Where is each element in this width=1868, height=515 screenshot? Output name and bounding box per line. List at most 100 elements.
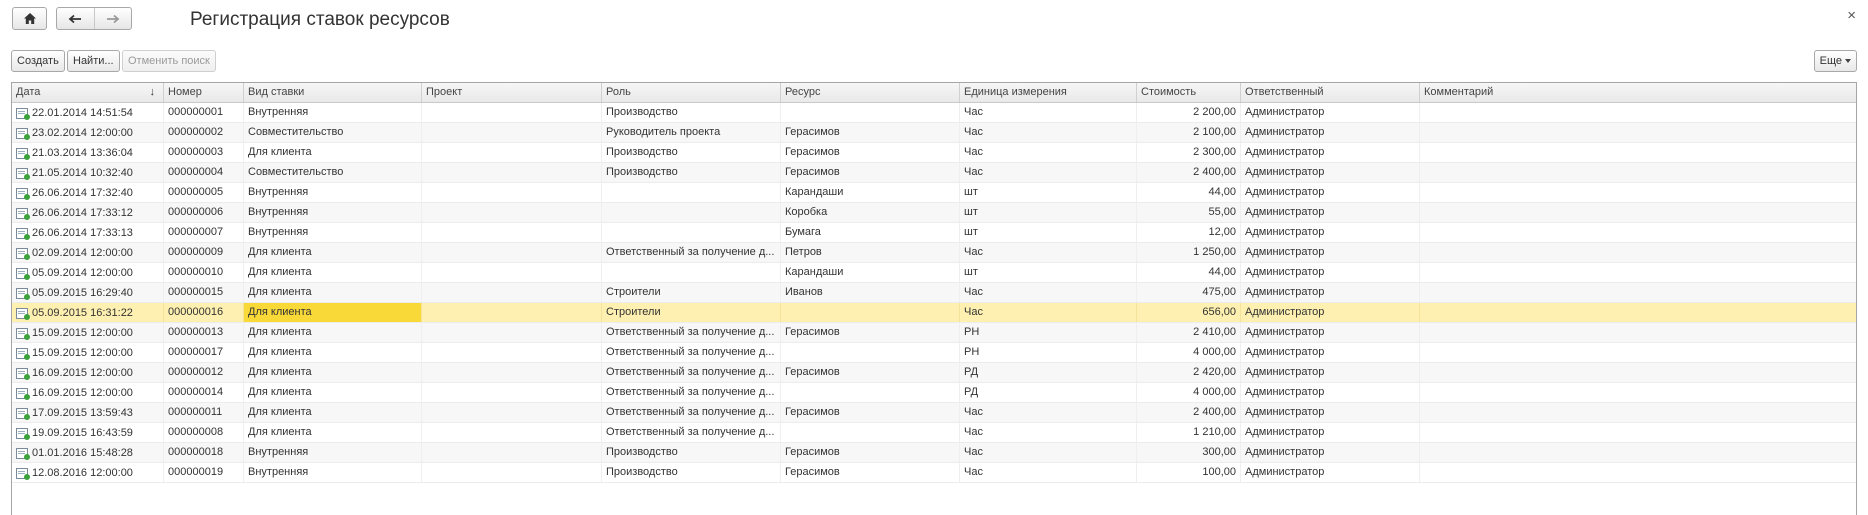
cell-cost[interactable]: 2 400,00 — [1137, 403, 1241, 422]
cell-date[interactable]: 16.09.2015 12:00:00 — [12, 363, 164, 382]
cell-date[interactable]: 21.03.2014 13:36:04 — [12, 143, 164, 162]
cell-cost[interactable]: 4 000,00 — [1137, 343, 1241, 362]
cell-date[interactable]: 17.09.2015 13:59:43 — [12, 403, 164, 422]
cell-unit[interactable]: Час — [960, 163, 1137, 182]
cell-project[interactable] — [422, 303, 602, 322]
cell-resource[interactable] — [781, 423, 960, 442]
cell-resource[interactable]: Петров — [781, 243, 960, 262]
cell-comment[interactable] — [1420, 403, 1856, 422]
table-row[interactable]: 01.01.2016 15:48:28 000000018 Внутренняя Пр… — [12, 443, 1856, 463]
cell-project[interactable] — [422, 123, 602, 142]
cell-project[interactable] — [422, 103, 602, 122]
cell-responsible[interactable]: Администратор — [1241, 443, 1420, 462]
cell-resource[interactable]: Коробка — [781, 203, 960, 222]
cell-date[interactable]: 05.09.2015 16:29:40 — [12, 283, 164, 302]
cell-comment[interactable] — [1420, 203, 1856, 222]
cell-role[interactable] — [602, 263, 781, 282]
cell-kind[interactable]: Внутренняя — [244, 103, 422, 122]
cell-comment[interactable] — [1420, 283, 1856, 302]
cell-unit[interactable]: Час — [960, 463, 1137, 482]
cell-role[interactable] — [602, 183, 781, 202]
cell-responsible[interactable]: Администратор — [1241, 303, 1420, 322]
cell-number[interactable]: 000000016 — [164, 303, 244, 322]
cell-kind[interactable]: Для клиента — [244, 283, 422, 302]
column-header-cost[interactable]: Стоимость — [1137, 83, 1241, 102]
cell-project[interactable] — [422, 203, 602, 222]
column-header-project[interactable]: Проект — [422, 83, 602, 102]
cell-number[interactable]: 000000002 — [164, 123, 244, 142]
cell-comment[interactable] — [1420, 243, 1856, 262]
cell-role[interactable] — [602, 223, 781, 242]
column-header-resource[interactable]: Ресурс — [781, 83, 960, 102]
cell-comment[interactable] — [1420, 223, 1856, 242]
table-row[interactable]: 23.02.2014 12:00:00 000000002 Совместитель… — [12, 123, 1856, 143]
cell-resource[interactable]: Герасимов — [781, 363, 960, 382]
cell-kind[interactable]: Совместительство — [244, 123, 422, 142]
column-header-role[interactable]: Роль — [602, 83, 781, 102]
cell-project[interactable] — [422, 283, 602, 302]
cell-project[interactable] — [422, 423, 602, 442]
cell-kind[interactable]: Для клиента — [244, 343, 422, 362]
cell-date[interactable]: 15.09.2015 12:00:00 — [12, 343, 164, 362]
cell-unit[interactable]: Час — [960, 303, 1137, 322]
cell-date[interactable]: 26.06.2014 17:33:13 — [12, 223, 164, 242]
cell-number[interactable]: 000000005 — [164, 183, 244, 202]
table-row[interactable]: 16.09.2015 12:00:00 000000014 Для клиента О… — [12, 383, 1856, 403]
cell-kind[interactable]: Для клиента — [244, 383, 422, 402]
cell-kind[interactable]: Внутренняя — [244, 223, 422, 242]
cell-role[interactable]: Ответственный за получение д... — [602, 363, 781, 382]
cell-resource[interactable] — [781, 103, 960, 122]
cell-cost[interactable]: 2 400,00 — [1137, 163, 1241, 182]
cell-resource[interactable]: Герасимов — [781, 403, 960, 422]
cell-unit[interactable]: Час — [960, 423, 1137, 442]
table-row[interactable]: 15.09.2015 12:00:00 000000013 Для клиента О… — [12, 323, 1856, 343]
cell-resource[interactable]: Карандаши — [781, 183, 960, 202]
cell-role[interactable]: Ответственный за получение д... — [602, 343, 781, 362]
cell-cost[interactable]: 55,00 — [1137, 203, 1241, 222]
cell-cost[interactable]: 2 100,00 — [1137, 123, 1241, 142]
table-row[interactable]: 05.09.2015 16:31:22 000000016 Для клиента С… — [12, 303, 1856, 323]
table-row[interactable]: 22.01.2014 14:51:54 000000001 Внутренняя Пр… — [12, 103, 1856, 123]
cell-role[interactable]: Производство — [602, 463, 781, 482]
cell-comment[interactable] — [1420, 363, 1856, 382]
cell-kind[interactable]: Для клиента — [244, 363, 422, 382]
cell-comment[interactable] — [1420, 383, 1856, 402]
cell-comment[interactable] — [1420, 123, 1856, 142]
cell-cost[interactable]: 100,00 — [1137, 463, 1241, 482]
cell-project[interactable] — [422, 183, 602, 202]
cell-role[interactable]: Производство — [602, 163, 781, 182]
cell-project[interactable] — [422, 143, 602, 162]
cell-kind[interactable]: Для клиента — [244, 423, 422, 442]
create-button[interactable]: Создать — [11, 50, 65, 72]
cell-responsible[interactable]: Администратор — [1241, 403, 1420, 422]
cell-responsible[interactable]: Администратор — [1241, 163, 1420, 182]
cell-resource[interactable]: Герасимов — [781, 123, 960, 142]
cell-date[interactable]: 05.09.2014 12:00:00 — [12, 263, 164, 282]
cell-responsible[interactable]: Администратор — [1241, 103, 1420, 122]
cell-cost[interactable]: 44,00 — [1137, 263, 1241, 282]
cell-role[interactable]: Строители — [602, 283, 781, 302]
rates-table[interactable]: Дата ↓ Номер Вид ставки Проект Роль Ресу… — [11, 82, 1857, 515]
cell-project[interactable] — [422, 463, 602, 482]
cell-responsible[interactable]: Администратор — [1241, 283, 1420, 302]
table-row[interactable]: 17.09.2015 13:59:43 000000011 Для клиента О… — [12, 403, 1856, 423]
cell-responsible[interactable]: Администратор — [1241, 383, 1420, 402]
cell-cost[interactable]: 1 210,00 — [1137, 423, 1241, 442]
table-row[interactable]: 26.06.2014 17:33:13 000000007 Внутренняя Бу… — [12, 223, 1856, 243]
cell-number[interactable]: 000000007 — [164, 223, 244, 242]
cell-cost[interactable]: 4 000,00 — [1137, 383, 1241, 402]
cell-resource[interactable]: Герасимов — [781, 163, 960, 182]
table-row[interactable]: 26.06.2014 17:32:40 000000005 Внутренняя Ка… — [12, 183, 1856, 203]
cell-role[interactable] — [602, 203, 781, 222]
cell-cost[interactable]: 44,00 — [1137, 183, 1241, 202]
cell-cost[interactable]: 2 410,00 — [1137, 323, 1241, 342]
cell-number[interactable]: 000000006 — [164, 203, 244, 222]
cell-cost[interactable]: 1 250,00 — [1137, 243, 1241, 262]
cell-responsible[interactable]: Администратор — [1241, 143, 1420, 162]
cell-unit[interactable]: Час — [960, 243, 1137, 262]
table-row[interactable]: 12.08.2016 12:00:00 000000019 Внутренняя Пр… — [12, 463, 1856, 483]
cell-project[interactable] — [422, 443, 602, 462]
cell-comment[interactable] — [1420, 323, 1856, 342]
table-row[interactable]: 26.06.2014 17:33:12 000000006 Внутренняя Ко… — [12, 203, 1856, 223]
cell-comment[interactable] — [1420, 463, 1856, 482]
